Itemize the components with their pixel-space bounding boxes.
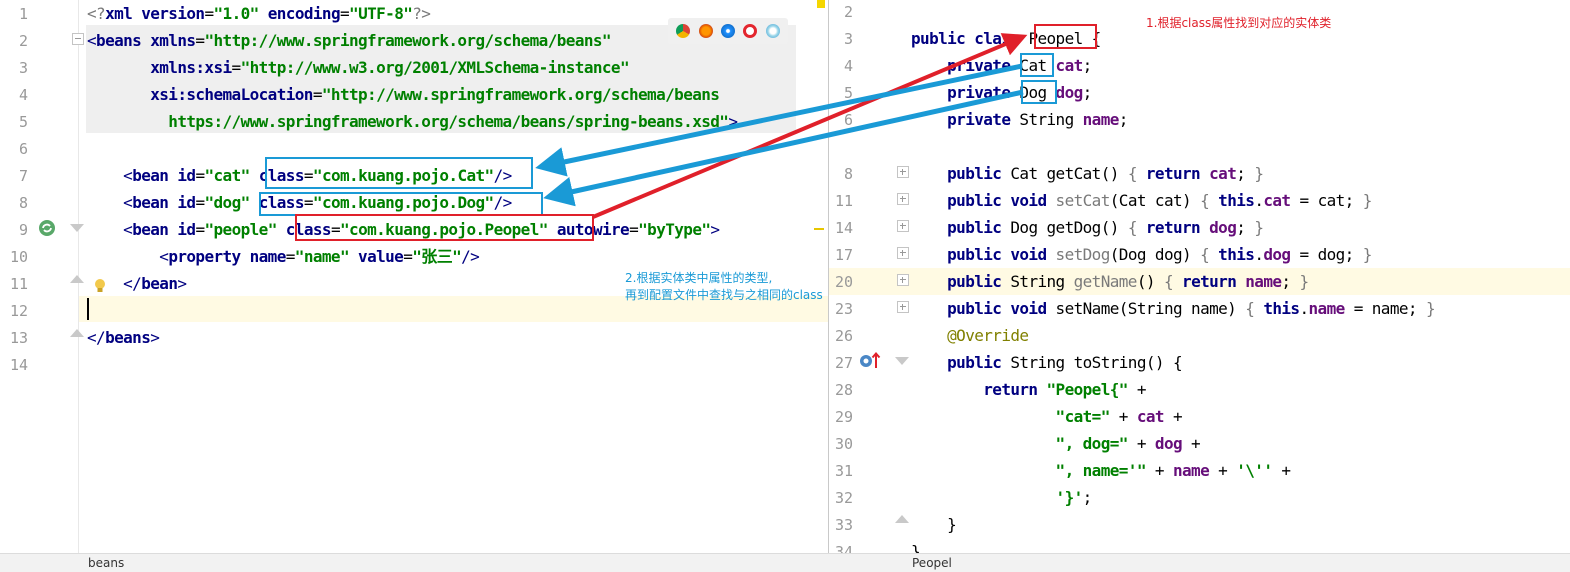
left-breadcrumb[interactable]: beans <box>88 556 124 570</box>
right-breadcrumb[interactable]: Peopel <box>912 556 952 570</box>
annotation-arrows <box>535 33 1028 219</box>
arrow-blue-dog <box>543 89 1024 207</box>
annotation-note-2-line1: 2.根据实体类中属性的类型, <box>625 271 773 285</box>
status-bar: beans Peopel <box>0 553 1570 572</box>
annotation-note-1: 1.根据class属性找到对应的实体类 <box>1146 16 1332 30</box>
arrow-blue-cat <box>535 63 1023 177</box>
arrow-red <box>592 33 1028 219</box>
annotation-note-2-line2: 再到配置文件中查找与之相同的class <box>625 288 823 302</box>
